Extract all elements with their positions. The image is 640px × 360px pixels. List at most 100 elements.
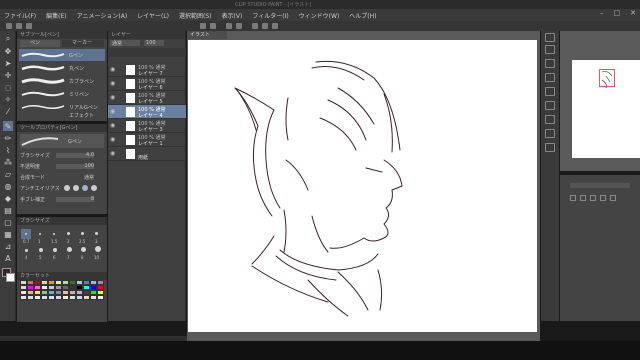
color-swatch[interactable]	[76, 295, 83, 300]
eye-icon[interactable]: ◉	[110, 150, 117, 157]
size-dot[interactable]	[39, 233, 41, 235]
subview-slider[interactable]	[570, 183, 630, 188]
size-dot[interactable]	[67, 232, 70, 235]
material-icon[interactable]	[545, 45, 555, 54]
size-dot[interactable]	[39, 248, 43, 252]
lasso-icon[interactable]: ◌	[3, 82, 13, 92]
color-swatch[interactable]	[97, 295, 104, 300]
size-dot[interactable]	[25, 249, 28, 252]
eyedropper-icon[interactable]: ⁄	[3, 106, 13, 116]
move-layer-icon[interactable]: ✛	[3, 70, 13, 80]
eye-icon[interactable]: ◉	[110, 108, 117, 115]
undo-icon[interactable]	[200, 23, 206, 29]
tab-pen[interactable]: ペン	[20, 40, 60, 47]
color-swatch[interactable]	[41, 295, 48, 300]
eraser-icon[interactable]: ▱	[3, 169, 13, 179]
auto-select-icon[interactable]: ✧	[3, 94, 13, 104]
color-swatch[interactable]	[90, 295, 97, 300]
subview-icon[interactable]	[570, 195, 576, 201]
figure-icon[interactable]: ▢	[3, 217, 13, 227]
history-icon[interactable]	[545, 73, 555, 82]
brush-item[interactable]: エフェクト	[19, 109, 105, 121]
eye-icon[interactable]: ◉	[110, 80, 117, 87]
tab-marker[interactable]: マーカー	[62, 40, 104, 47]
size-dot[interactable]	[95, 246, 101, 252]
color-swatch[interactable]	[83, 295, 90, 300]
quick-access-icon[interactable]	[545, 143, 555, 152]
aa-weak[interactable]	[73, 185, 79, 191]
menu-view[interactable]: 表示(V)	[222, 11, 243, 20]
layer-row[interactable]: ◉ 100 % 通常 レイヤー 1	[108, 133, 186, 147]
eye-icon[interactable]: ◉	[110, 122, 117, 129]
prop-brush-size[interactable]: ブラシサイズ 4.0	[20, 151, 104, 160]
menu-filter[interactable]: フィルター(I)	[252, 11, 288, 20]
subview-icon[interactable]	[600, 195, 606, 201]
layer-row-selected[interactable]: ◉ 100 % 通常 レイヤー 4	[108, 105, 186, 119]
text-icon[interactable]: A	[3, 253, 13, 263]
fill-icon[interactable]: ◆	[3, 193, 13, 203]
brush-item[interactable]: ミリペン	[19, 88, 105, 100]
layer-row[interactable]: ◉ 100 % 通常 レイヤー 7	[108, 63, 186, 77]
invert-icon[interactable]	[272, 23, 278, 29]
move-icon[interactable]: ✥	[3, 46, 13, 56]
color-swatch[interactable]	[48, 295, 55, 300]
eye-icon[interactable]: ◉	[110, 136, 117, 143]
eye-icon[interactable]: ◉	[110, 66, 117, 73]
ruler-icon[interactable]: ⊿	[3, 241, 13, 251]
color-swatch[interactable]	[69, 295, 76, 300]
aa-medium[interactable]	[82, 185, 88, 191]
size-dot[interactable]	[25, 233, 27, 235]
minimize-icon[interactable]: –	[600, 9, 604, 17]
brush-item[interactable]: 丸ペン	[19, 62, 105, 74]
blend-mode-select[interactable]: 通常	[110, 40, 140, 47]
menu-window[interactable]: ウィンドウ(W)	[299, 11, 340, 20]
menu-file[interactable]: ファイル(F)	[4, 11, 36, 20]
deselect-icon[interactable]	[252, 23, 258, 29]
brush-icon[interactable]: ⌇	[3, 145, 13, 155]
color-swatch[interactable]	[20, 295, 27, 300]
sub-color[interactable]	[6, 273, 15, 282]
crop-icon[interactable]	[262, 23, 268, 29]
layer-row[interactable]: ◉ 100 % 通常 レイヤー 3	[108, 119, 186, 133]
transform-icon[interactable]	[236, 23, 242, 29]
menu-edit[interactable]: 編集(E)	[46, 11, 66, 20]
subview-icon[interactable]	[580, 195, 586, 201]
menu-animation[interactable]: アニメーション(A)	[77, 11, 128, 20]
airbrush-icon[interactable]: ⁂	[3, 157, 13, 167]
canvas-paper[interactable]	[188, 40, 537, 332]
frame-icon[interactable]: ▦	[3, 229, 13, 239]
open-icon[interactable]	[16, 23, 22, 29]
search-icon[interactable]	[545, 33, 555, 42]
new-file-icon[interactable]	[6, 23, 12, 29]
prop-opacity[interactable]: 不透明度 100	[20, 162, 104, 171]
brush-item[interactable]: Gペン	[19, 49, 105, 61]
gradient-icon[interactable]: ▤	[3, 205, 13, 215]
color-well[interactable]	[0, 268, 16, 288]
size-dot[interactable]	[67, 247, 72, 252]
color-swatch[interactable]	[62, 295, 69, 300]
brush-item[interactable]: カブラペン	[19, 75, 105, 87]
menu-selection[interactable]: 選択範囲(S)	[179, 11, 212, 20]
canvas-tab[interactable]: イラスト	[187, 31, 227, 39]
size-dot[interactable]	[53, 248, 57, 252]
menu-help[interactable]: ヘルプ(H)	[349, 11, 376, 20]
color-swatch[interactable]	[55, 295, 62, 300]
color-swatch[interactable]	[34, 295, 41, 300]
size-dot[interactable]	[95, 232, 98, 235]
prop-blend-mode[interactable]: 合成モード 通常	[20, 173, 104, 182]
aa-strong[interactable]	[91, 185, 97, 191]
redo-icon[interactable]	[210, 23, 216, 29]
prop-antialias[interactable]: アンチエイリアス	[20, 184, 104, 193]
subview-icon[interactable]	[610, 195, 616, 201]
subview-icon[interactable]	[590, 195, 596, 201]
clear-icon[interactable]	[226, 23, 232, 29]
swatch-grid[interactable]	[20, 280, 104, 320]
close-icon[interactable]: ✕	[630, 9, 636, 17]
pen-icon[interactable]: ✎	[3, 121, 13, 131]
layer-row[interactable]: ◉ 100 % 通常 レイヤー 6	[108, 77, 186, 91]
save-icon[interactable]	[26, 23, 32, 29]
size-dot[interactable]	[81, 247, 86, 252]
prop-stabilization[interactable]: 手ブレ補正 8	[20, 195, 104, 204]
color-swatch[interactable]	[27, 295, 34, 300]
eye-icon[interactable]: ◉	[110, 94, 117, 101]
